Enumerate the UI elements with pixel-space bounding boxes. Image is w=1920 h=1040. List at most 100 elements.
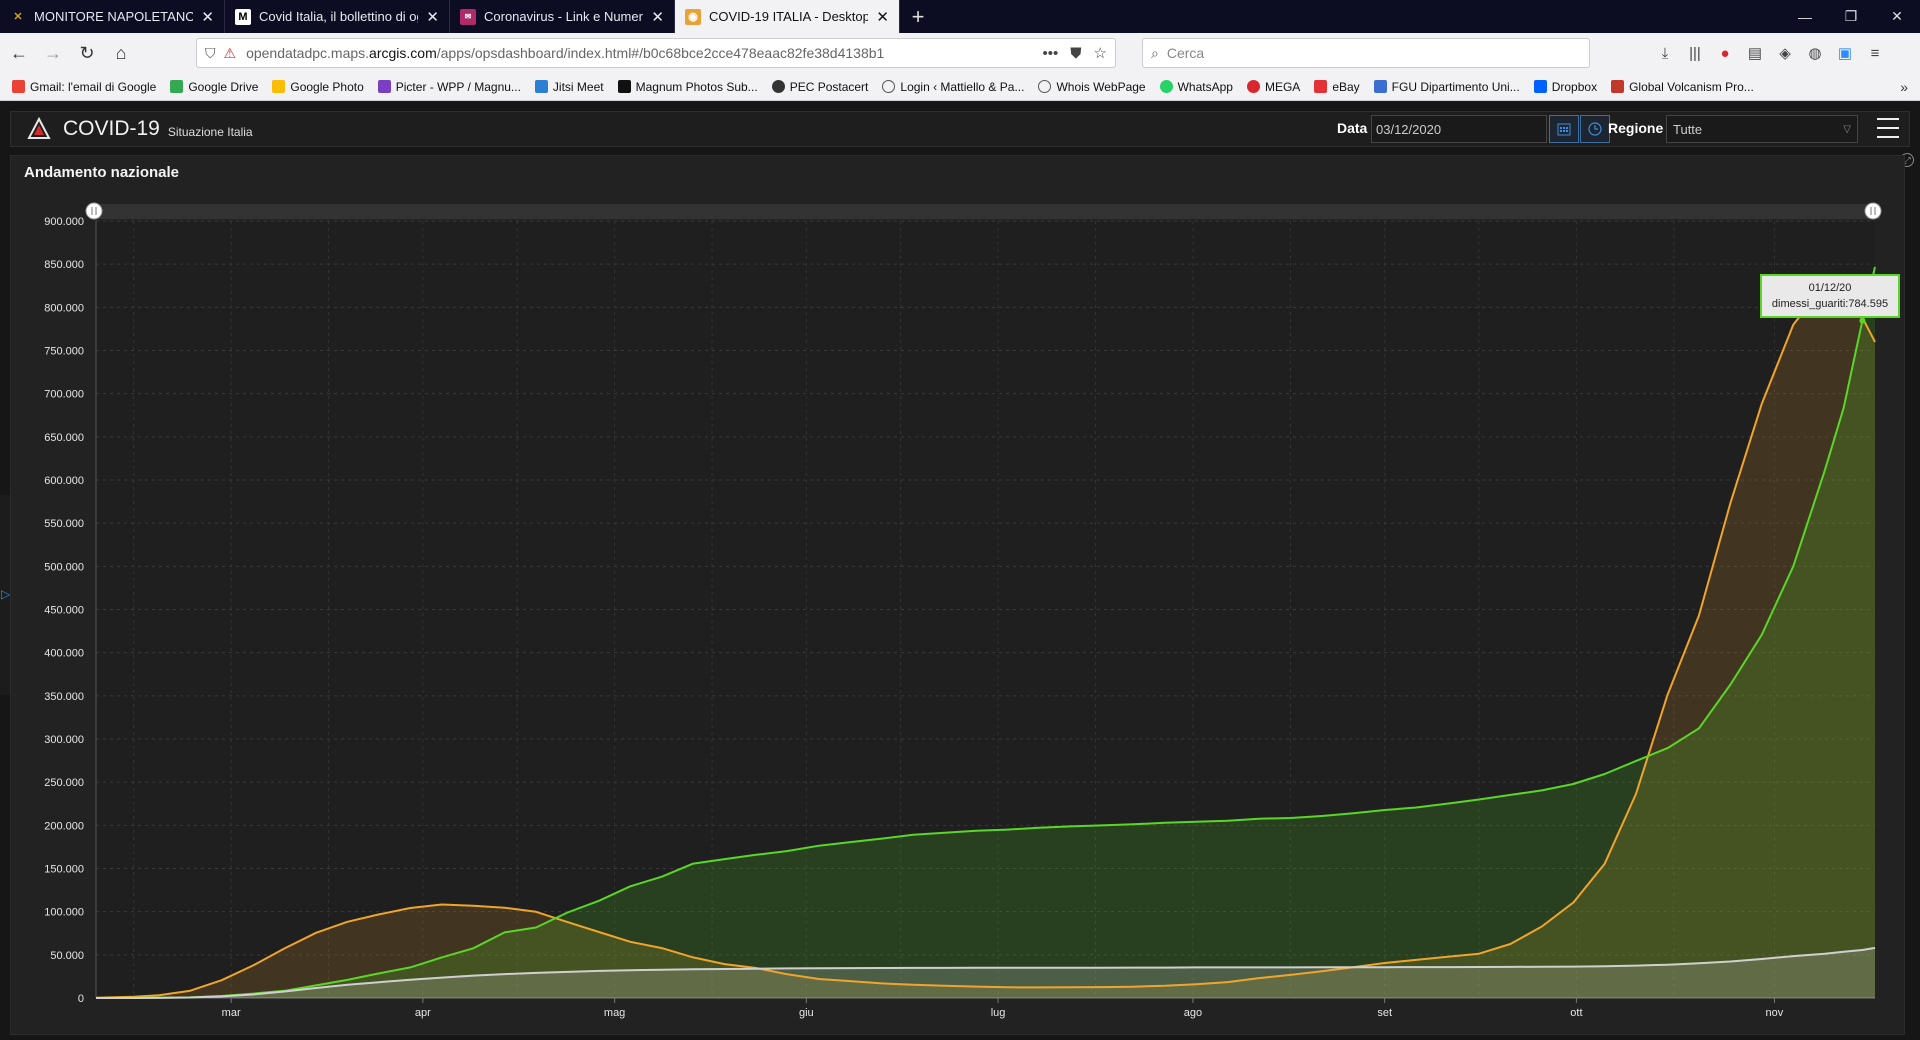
range-slider-handle — [85, 202, 103, 220]
minimize-icon[interactable]: — — [1782, 0, 1828, 33]
calendar-button[interactable] — [1549, 115, 1579, 143]
shield-icon: ⛉ — [205, 44, 216, 61]
star-icon[interactable]: ☆ — [1094, 44, 1107, 62]
fgu-icon — [1373, 80, 1387, 93]
downloads-icon[interactable]: ⤓ — [1650, 45, 1680, 62]
chevron-down-icon: ▽ — [1843, 123, 1851, 135]
national-trend-chart[interactable]: 0 50.000 100.000 150.000 200.000 250.000 300.0… — [11, 156, 1904, 1034]
restore-icon[interactable]: ❐ — [1828, 0, 1874, 33]
close-icon[interactable]: ✕ — [426, 8, 439, 26]
range-slider-handle — [1864, 202, 1882, 220]
browser-tab-bar: ✕ MONITORE NAPOLETANO - Ar ✕ M Covid Ita… — [0, 0, 1920, 33]
volcano-icon — [1611, 80, 1625, 93]
drive-icon — [170, 80, 184, 93]
zoom-icon[interactable]: ▣ — [1830, 44, 1860, 62]
bookmark-mega[interactable]: MEGA — [1246, 79, 1301, 94]
close-icon[interactable]: ✕ — [651, 8, 664, 26]
bookmark-label: MEGA — [1264, 79, 1301, 94]
reader-icon[interactable]: ▤ — [1740, 44, 1770, 62]
bookmark-label: Magnum Photos Sub... — [635, 79, 758, 94]
y-tick-label: 550.000 — [44, 518, 84, 530]
bookmark-label: Google Photo — [290, 79, 364, 94]
bookmark-picter[interactable]: Picter - WPP / Magnu... — [377, 79, 521, 94]
search-placeholder: Cerca — [1166, 45, 1205, 61]
bookmark-label: Gmail: l'email di Google — [30, 79, 157, 94]
y-tick-label: 250.000 — [44, 777, 84, 789]
tab-title: Covid Italia, il bollettino di ogg — [259, 9, 419, 24]
bookmark-label: Google Drive — [188, 79, 259, 94]
tab-coronavirus[interactable]: ✉ Coronavirus - Link e Numeri de ✕ — [450, 0, 675, 33]
globe-icon — [1038, 80, 1052, 93]
tab-title: Coronavirus - Link e Numeri de — [484, 9, 644, 24]
bookmark-ebay[interactable]: eBay — [1314, 80, 1360, 94]
bookmark-fgu[interactable]: FGU Dipartimento Uni... — [1373, 80, 1520, 94]
app-subtitle: Situazione Italia — [167, 125, 253, 139]
more-bookmarks-icon[interactable]: » — [1900, 79, 1908, 95]
jitsi-icon — [534, 80, 548, 93]
menu-icon[interactable]: ≡ — [1860, 45, 1890, 62]
time-button[interactable] — [1580, 115, 1610, 143]
y-tick-label: 500.000 — [44, 561, 84, 573]
tab-title: MONITORE NAPOLETANO - Ar — [34, 9, 194, 24]
more-icon[interactable]: ••• — [1043, 45, 1059, 62]
range-slider-track — [91, 204, 1880, 219]
bookmark-label: Picter - WPP / Magnu... — [395, 79, 521, 94]
google-icon — [12, 80, 25, 93]
forward-icon[interactable]: → — [38, 38, 68, 68]
y-tick-label: 150.000 — [44, 864, 84, 876]
bookmark-dropbox[interactable]: Dropbox — [1533, 80, 1597, 94]
region-select[interactable]: Tutte ▽ — [1666, 115, 1858, 143]
protezione-civile-logo-icon — [27, 117, 51, 139]
library-icon[interactable]: ||| — [1680, 45, 1710, 62]
bookmark-label: WhatsApp — [1177, 79, 1233, 94]
region-label: Regione — [1608, 120, 1664, 136]
y-tick-label: 350.000 — [44, 691, 84, 703]
bookmark-jitsi[interactable]: Jitsi Meet — [534, 79, 604, 94]
picter-icon — [377, 80, 391, 93]
mega-icon[interactable]: ● — [1710, 45, 1740, 62]
arcgis-favicon: ◉ — [685, 8, 701, 25]
new-tab-button[interactable]: + — [900, 0, 936, 33]
y-tick-label: 600.000 — [44, 475, 84, 487]
url-bar[interactable]: ⛉ ⚠ opendatadpc.maps.arcgis.com/apps/ops… — [196, 38, 1116, 68]
bookmark-whatsapp[interactable]: WhatsApp — [1159, 79, 1233, 94]
account-icon[interactable]: ◍ — [1800, 44, 1830, 62]
bookmark-volcanism[interactable]: Global Volcanism Pro... — [1611, 80, 1754, 94]
x-tick-label: apr — [415, 1007, 431, 1019]
home-icon[interactable]: ⌂ — [106, 38, 136, 68]
tab-covid-bollettino[interactable]: M Covid Italia, il bollettino di ogg ✕ — [225, 0, 450, 33]
pocket-icon[interactable]: ⛊ — [1070, 45, 1081, 62]
tooltip-date: 01/12/20 — [1809, 282, 1852, 294]
hamburger-menu-button[interactable] — [1877, 118, 1899, 138]
close-icon[interactable]: ✕ — [876, 8, 889, 26]
photos-icon — [272, 80, 286, 93]
bookmark-google-drive[interactable]: Google Drive — [170, 80, 258, 94]
y-tick-label: 450.000 — [44, 605, 84, 617]
calendar-icon — [1557, 123, 1571, 136]
bookmark-whois[interactable]: Whois WebPage — [1038, 79, 1146, 94]
back-icon[interactable]: ← — [4, 38, 34, 68]
close-icon[interactable]: ✕ — [201, 8, 214, 26]
search-input[interactable]: ⌕ Cerca — [1142, 38, 1590, 68]
tab-covid-italia[interactable]: ◉ COVID-19 ITALIA - Desktop ✕ — [675, 0, 900, 33]
insecure-icon: ⚠ — [223, 44, 237, 61]
bookmark-magnum[interactable]: Magnum Photos Sub... — [617, 79, 758, 94]
bookmark-login[interactable]: Login ‹ Mattiello & Pa... — [882, 80, 1024, 94]
reload-icon[interactable]: ↻ — [72, 38, 102, 68]
mega-icon — [1246, 80, 1260, 93]
x-tick-label: mag — [604, 1007, 625, 1019]
clock-icon — [1588, 122, 1602, 136]
extension-icon[interactable]: ◈ — [1770, 44, 1800, 62]
date-input[interactable]: 03/12/2020 — [1371, 115, 1547, 143]
tooltip-point — [1859, 317, 1866, 324]
whatsapp-icon — [1159, 80, 1173, 93]
bookmark-label: Jitsi Meet — [552, 79, 604, 94]
bookmark-pec[interactable]: PEC Postacert — [771, 79, 869, 94]
bookmark-label: PEC Postacert — [789, 79, 869, 94]
tab-monitore[interactable]: ✕ MONITORE NAPOLETANO - Ar ✕ — [0, 0, 225, 33]
close-window-icon[interactable]: ✕ — [1874, 0, 1920, 33]
bookmark-google-photo[interactable]: Google Photo — [272, 79, 364, 94]
y-tick-label: 650.000 — [44, 432, 84, 444]
bookmark-label: Whois WebPage — [1056, 79, 1146, 94]
bookmark-gmail[interactable]: Gmail: l'email di Google — [12, 80, 156, 94]
